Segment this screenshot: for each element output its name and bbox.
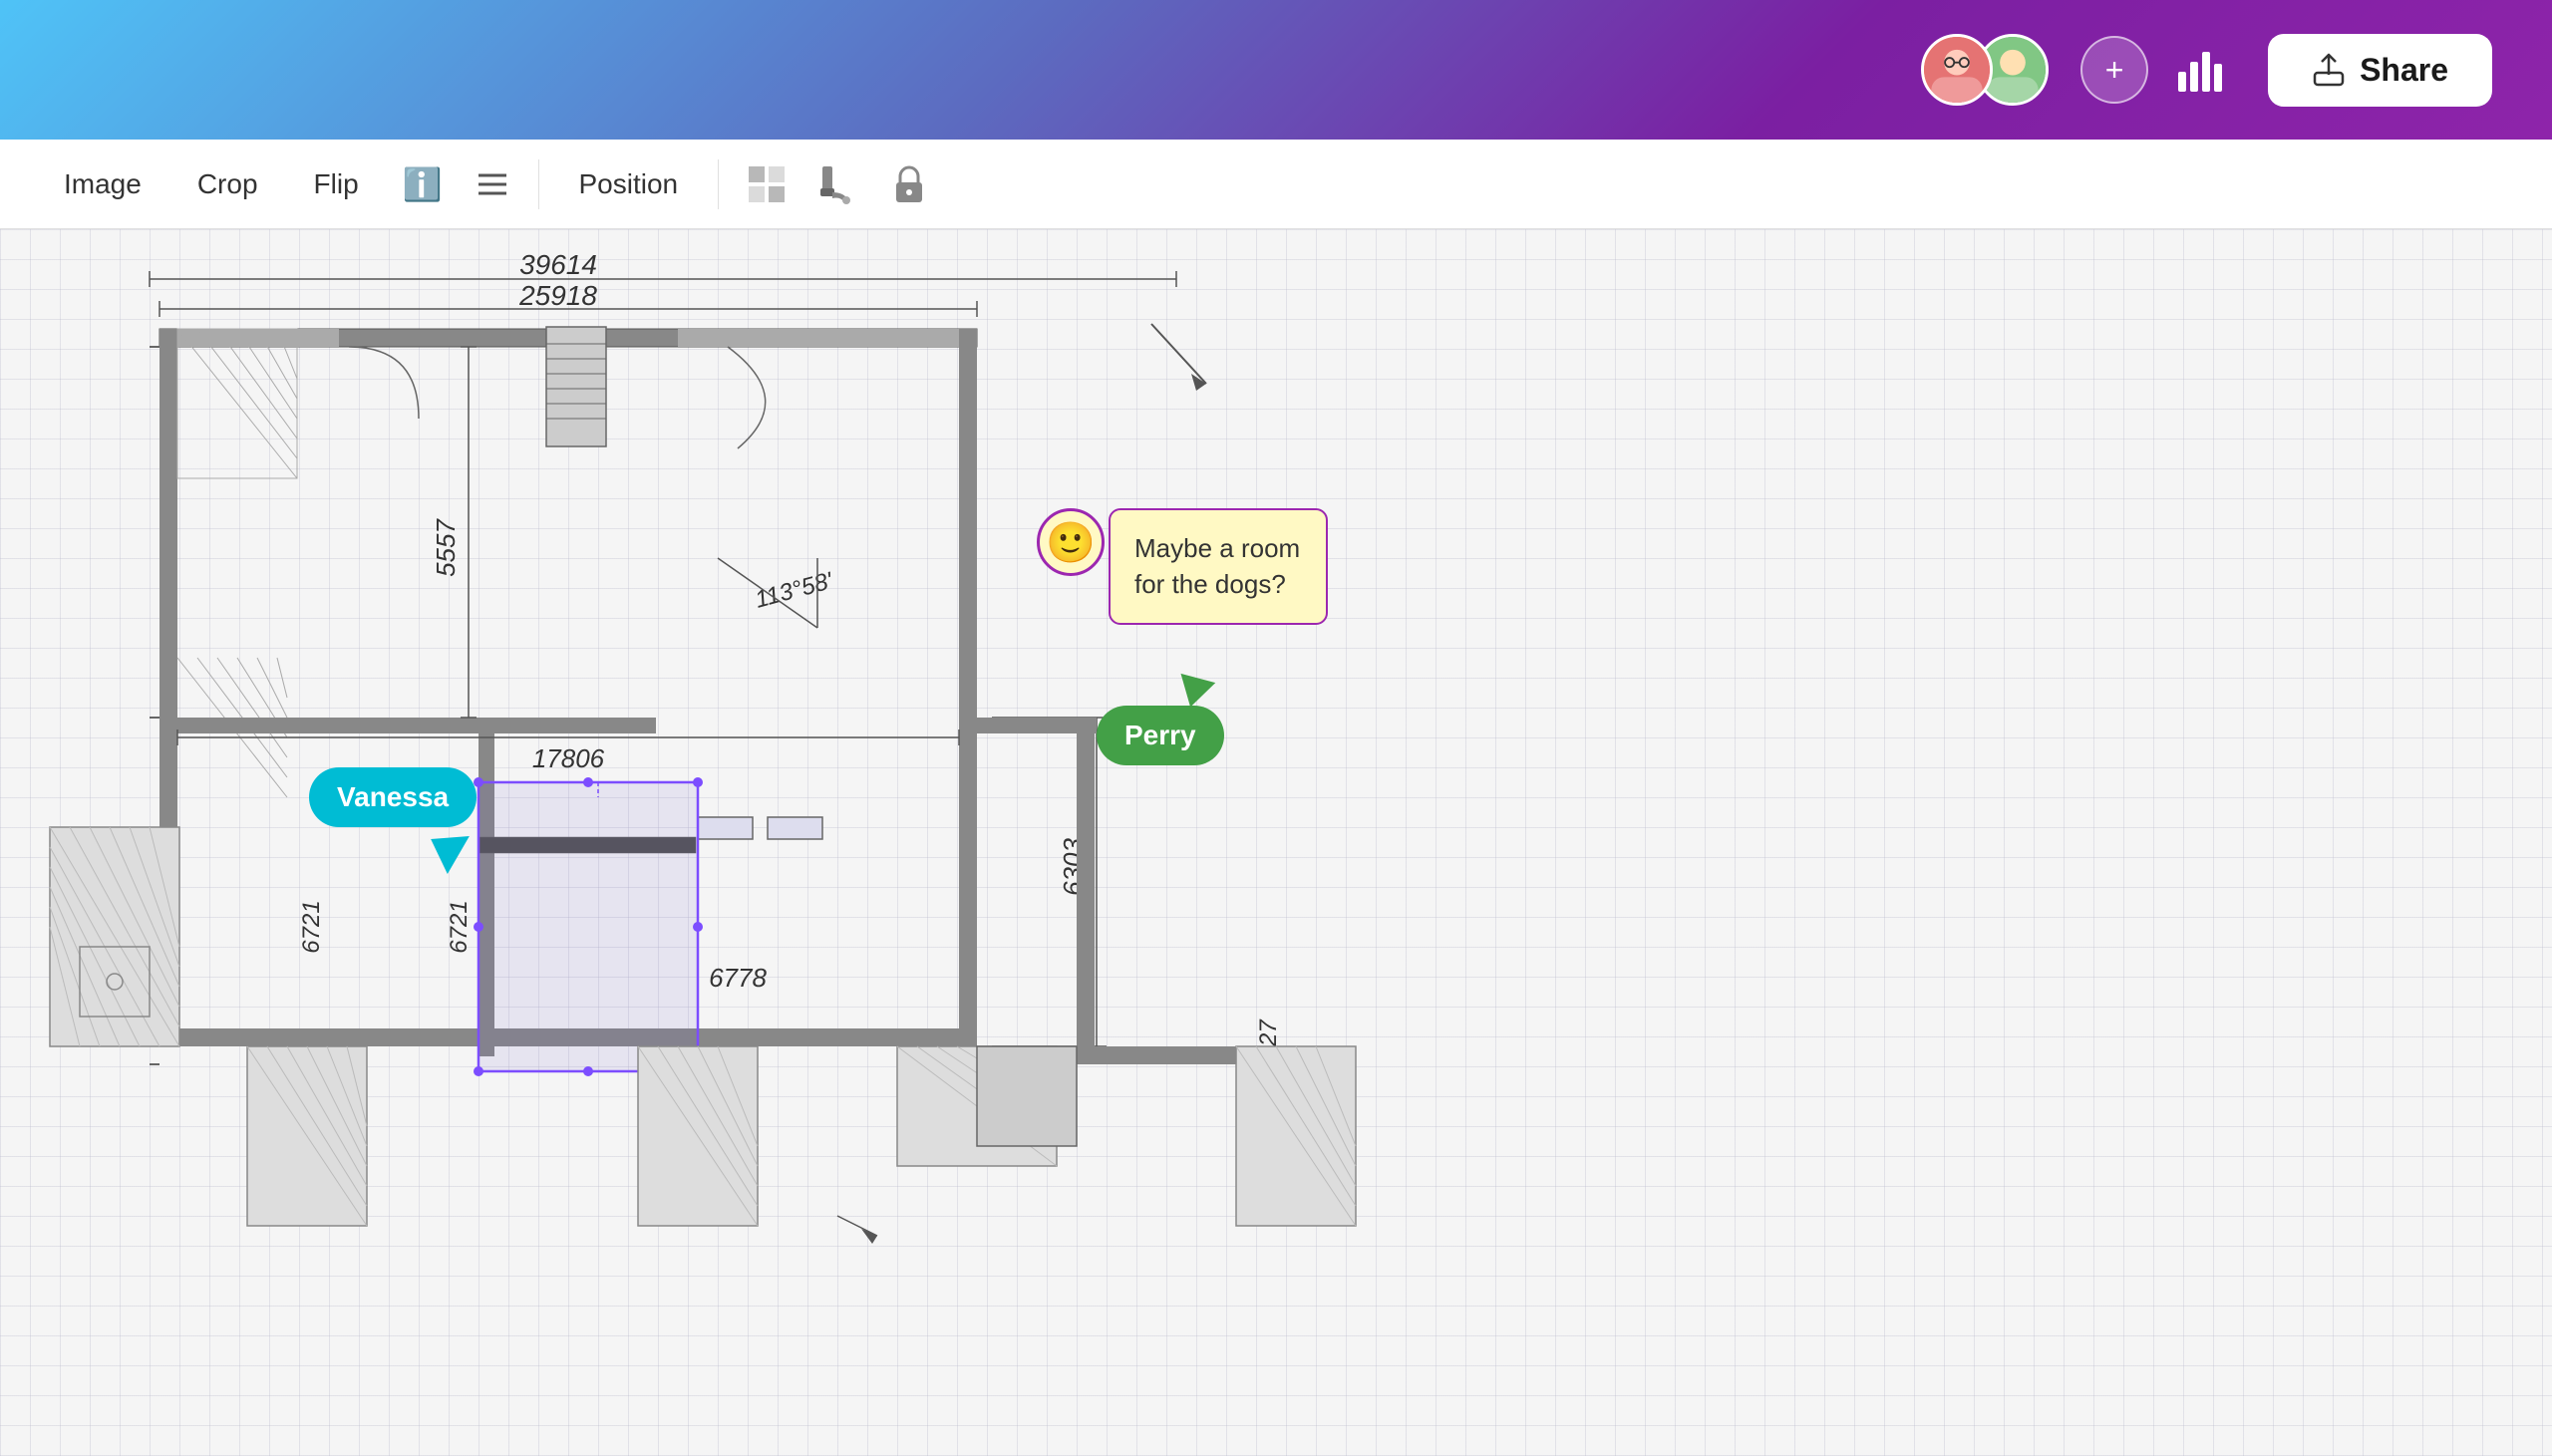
perry-badge: Perry bbox=[1097, 706, 1224, 765]
position-label: Position bbox=[579, 168, 679, 200]
comment-avatar: 🙂 bbox=[1037, 508, 1105, 576]
toolbar-flip[interactable]: Flip bbox=[290, 152, 383, 216]
svg-text:6721: 6721 bbox=[446, 900, 473, 953]
crop-label: Crop bbox=[197, 168, 258, 200]
toolbar-crop[interactable]: Crop bbox=[173, 152, 282, 216]
toolbar: Image Crop Flip ℹ️ Position bbox=[0, 140, 2552, 229]
floorplan: 39614 25918 bbox=[0, 229, 2552, 1456]
svg-text:6778: 6778 bbox=[709, 963, 767, 993]
lines-icon[interactable] bbox=[463, 154, 522, 214]
divider-2 bbox=[718, 159, 719, 209]
lock-icon[interactable] bbox=[878, 152, 940, 216]
header: + Share bbox=[0, 0, 2552, 140]
image-label: Image bbox=[64, 168, 142, 200]
divider-1 bbox=[538, 159, 539, 209]
toolbar-position[interactable]: Position bbox=[555, 152, 703, 216]
share-button[interactable]: Share bbox=[2268, 34, 2492, 107]
dim-39614: 39614 bbox=[519, 249, 597, 280]
paint-icon[interactable] bbox=[806, 152, 870, 216]
flip-label: Flip bbox=[314, 168, 359, 200]
collaborator-avatars bbox=[1921, 34, 2049, 106]
avatar-user1[interactable] bbox=[1921, 34, 1993, 106]
grid-icon[interactable] bbox=[735, 152, 798, 216]
svg-text:5557: 5557 bbox=[431, 518, 461, 577]
svg-text:6721: 6721 bbox=[298, 900, 325, 953]
vanessa-label: Vanessa bbox=[337, 781, 449, 813]
share-label: Share bbox=[2360, 52, 2448, 89]
comment-bubble: Maybe a room for the dogs? bbox=[1109, 508, 1328, 625]
add-collaborator-button[interactable]: + bbox=[2080, 36, 2148, 104]
dim-25918: 25918 bbox=[518, 280, 597, 311]
info-icon[interactable]: ℹ️ bbox=[391, 153, 455, 215]
stats-icon[interactable] bbox=[2172, 42, 2228, 98]
toolbar-image[interactable]: Image bbox=[40, 152, 165, 216]
svg-text:17806: 17806 bbox=[532, 743, 605, 773]
perry-label: Perry bbox=[1124, 720, 1196, 750]
comment-text: Maybe a room for the dogs? bbox=[1134, 533, 1300, 599]
canvas-area: 39614 25918 bbox=[0, 229, 2552, 1456]
vanessa-badge: Vanessa bbox=[309, 767, 477, 827]
